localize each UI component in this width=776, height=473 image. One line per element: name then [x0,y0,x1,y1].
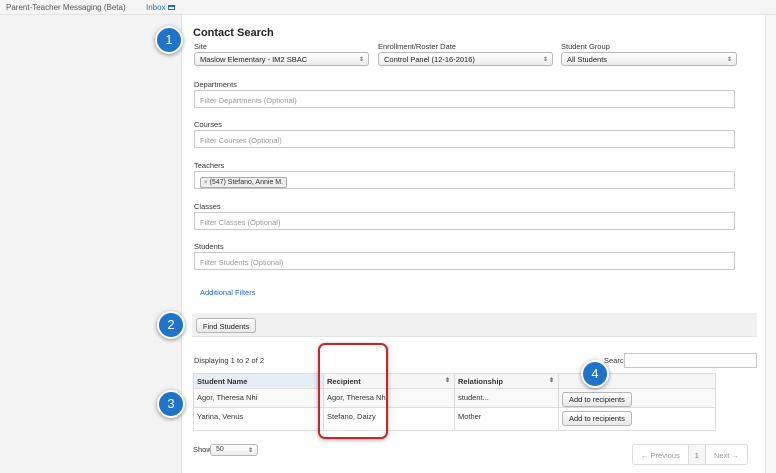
search-input[interactable] [624,353,757,368]
classes-input[interactable]: Filter Classes (Optional) [194,212,735,230]
enrollment-select[interactable]: Control Panel (12-16-2016) ⇕ [378,52,553,66]
select-caret-icon: ⇕ [542,57,548,63]
col-relationship[interactable]: Relationship ⇕ [454,373,559,389]
relationship-cell: student... [454,388,559,408]
find-bar [192,313,757,337]
site-select[interactable]: Maslow Elementary - IM2 SBAC ⇕ [194,52,369,66]
show-label: Show [193,445,212,454]
action-cell: Add to recipients [558,407,716,431]
site-label: Site [194,42,207,51]
recipient-column-highlight [318,343,388,439]
col-student-name[interactable]: Student Name [193,373,324,389]
courses-input[interactable]: Filter Courses (Optional) [194,130,735,148]
student-group-label: Student Group [561,42,610,51]
departments-label: Departments [194,80,237,89]
app-title: Parent-Teacher Messaging (Beta) [6,3,126,12]
relationship-cell: Mother [454,407,559,431]
top-bar: Parent-Teacher Messaging (Beta) Inbox [0,0,776,15]
student-group-value: All Students [567,55,608,64]
step-badge-1: 1 [155,26,183,54]
classes-label: Classes [194,202,221,211]
find-students-button[interactable]: Find Students [196,318,256,333]
remove-tag-icon[interactable]: × [204,180,208,186]
student-name-cell: Yarina, Venus [193,407,324,431]
step-badge-3: 3 [157,390,185,418]
sort-icon: ⇕ [548,378,554,384]
header-label: Relationship [458,376,504,386]
results-table: Student Name Recipient ⇕ Relationship ⇕ Ag… [193,373,716,431]
site-value: Maslow Elementary - IM2 SBAC [200,55,308,64]
current-page[interactable]: 1 [688,445,706,464]
pagination: ← Previous 1 Next → [632,444,748,465]
displaying-count: Displaying 1 to 2 of 2 [194,356,265,365]
right-scroll-strip [765,15,776,473]
departments-input[interactable]: Filter Departments (Optional) [194,90,735,108]
teacher-tag: × (547) Stefano, Annie M. [200,177,288,188]
enrollment-label: Enrollment/Roster Date [378,42,456,51]
additional-filters-link[interactable]: Additional Filters [200,288,255,297]
teachers-input[interactable]: × (547) Stefano, Annie M. [194,171,735,189]
action-cell: Add to recipients [558,388,716,408]
select-caret-icon: ⇕ [726,57,732,63]
add-to-recipients-button[interactable]: Add to recipients [562,411,632,426]
step-badge-2: 2 [157,311,185,339]
page-size-value: 50 [216,446,224,453]
select-caret-icon: ⇕ [247,448,253,454]
inbox-link[interactable]: Inbox [146,3,175,12]
page-title: Contact Search [193,27,274,39]
teacher-tag-label: (547) Stefano, Annie M. [209,179,284,186]
courses-label: Courses [194,120,222,129]
left-panel [0,15,182,473]
table-row: Agor, Theresa Nhi Agor, Theresa Nhi stud… [193,388,716,408]
select-caret-icon: ⇕ [358,57,364,63]
next-page-button[interactable]: Next → [706,445,747,464]
student-group-select[interactable]: All Students ⇕ [561,52,737,66]
students-label: Students [194,242,224,251]
teachers-label: Teachers [194,161,225,170]
add-to-recipients-button[interactable]: Add to recipients [562,392,632,407]
inbox-icon [167,5,175,10]
table-row: Yarina, Venus Stefano, Daizy Mother Add … [193,407,716,431]
page-size-select[interactable]: 50 ⇕ [210,444,258,456]
sort-icon: ⇕ [444,378,450,384]
students-input[interactable]: Filter Students (Optional) [194,252,735,270]
student-name-cell: Agor, Theresa Nhi [193,388,324,408]
previous-page-button[interactable]: ← Previous [633,445,689,464]
header-label: Student Name [197,376,248,386]
step-badge-4: 4 [581,360,609,388]
enrollment-value: Control Panel (12-16-2016) [384,55,475,64]
